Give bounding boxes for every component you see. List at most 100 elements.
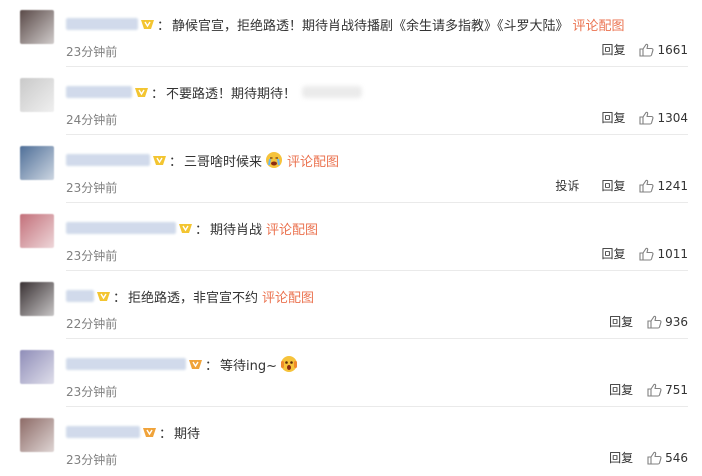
comment-line: ： 三哥啥时候来 评论配图 (66, 150, 339, 170)
comment-body: ： 不要路透！期待期待！ 24分钟前 回复 1304 (66, 76, 688, 135)
comment-line: ： 期待肖战 评论配图 (66, 218, 318, 238)
comment-item: ： 等待ing~ 23分钟前 回复 751 (0, 340, 702, 408)
username[interactable] (66, 18, 138, 30)
username[interactable] (66, 86, 132, 98)
comment-time: 23分钟前 (66, 45, 118, 59)
thumbs-up-icon (639, 43, 654, 57)
shocked-emoji-icon (281, 356, 298, 372)
comment-image-link[interactable]: 评论配图 (573, 15, 625, 34)
comment-line: ： 静候官宣，拒绝路透！期待肖战待播剧《余生请多指教》《斗罗大陆》 评论配图 (66, 14, 625, 34)
comment-body: ： 期待肖战 评论配图 23分钟前 回复 1011 (66, 212, 688, 271)
reply-button[interactable]: 回复 (609, 449, 633, 466)
comment-time: 24分钟前 (66, 113, 118, 127)
comment-body: ： 期待 23分钟前 回复 546 (66, 416, 688, 474)
like-button[interactable]: 1011 (639, 247, 688, 261)
crying-emoji-icon (266, 152, 283, 168)
like-button[interactable]: 936 (647, 315, 688, 329)
reply-button[interactable]: 回复 (609, 313, 633, 330)
username[interactable] (66, 358, 186, 370)
colon-separator: ： (169, 154, 183, 170)
comment-text: 拒绝路透，非官宣不约 (128, 290, 259, 306)
vip-badge-icon (152, 155, 167, 166)
vip-badge-icon (142, 427, 157, 438)
comment-text: 不要路透！期待期待！ (166, 86, 297, 102)
comment-body: ： 拒绝路透，非官宣不约 评论配图 22分钟前 回复 936 (66, 280, 688, 339)
thumbs-up-icon (647, 451, 662, 465)
comment-item: ： 拒绝路透，非官宣不约 评论配图 22分钟前 回复 936 (0, 272, 702, 340)
colon-separator: ： (205, 358, 219, 374)
comment-body: ： 等待ing~ 23分钟前 回复 751 (66, 348, 688, 407)
like-count: 1304 (657, 110, 688, 125)
comment-line: ： 不要路透！期待期待！ (66, 82, 363, 102)
reply-button[interactable]: 回复 (601, 109, 625, 126)
colon-separator: ： (113, 290, 127, 306)
vip-badge-icon (140, 19, 155, 30)
reply-button[interactable]: 回复 (609, 381, 633, 398)
like-count: 1011 (657, 246, 688, 261)
like-count: 1241 (657, 178, 688, 193)
comment-time: 23分钟前 (66, 181, 118, 195)
comment-text: 等待ing~ (220, 358, 278, 374)
comment-text: 静候官宣，拒绝路透！期待肖战待播剧《余生请多指教》《斗罗大陆》 (172, 18, 569, 34)
avatar[interactable] (20, 350, 54, 384)
comment-time: 23分钟前 (66, 249, 118, 263)
username[interactable] (66, 426, 140, 438)
like-count: 751 (665, 382, 688, 397)
comment-actions: 回复 1661 (579, 41, 688, 58)
colon-separator: ： (195, 222, 209, 238)
like-button[interactable]: 546 (647, 451, 688, 465)
comment-actions: 投诉 回复 1241 (533, 177, 688, 194)
thumbs-up-icon (647, 315, 662, 329)
comment-list: ： 静候官宣，拒绝路透！期待肖战待播剧《余生请多指教》《斗罗大陆》 评论配图 2… (0, 0, 702, 470)
thumbs-up-icon (639, 247, 654, 261)
avatar[interactable] (20, 214, 54, 248)
comment-time: 23分钟前 (66, 453, 118, 467)
comment-time: 23分钟前 (66, 385, 118, 399)
comment-item: ： 期待 23分钟前 回复 546 (0, 408, 702, 476)
thumbs-up-icon (639, 111, 654, 125)
like-button[interactable]: 1241 (639, 179, 688, 193)
avatar[interactable] (20, 146, 54, 180)
vip-badge-icon (178, 223, 193, 234)
avatar[interactable] (20, 78, 54, 112)
reply-button[interactable]: 回复 (601, 177, 625, 194)
avatar[interactable] (20, 10, 54, 44)
comment-actions: 回复 546 (587, 449, 688, 466)
comment-item: ： 不要路透！期待期待！ 24分钟前 回复 1304 (0, 68, 702, 136)
colon-separator: ： (151, 86, 165, 102)
reply-button[interactable]: 回复 (601, 245, 625, 262)
comment-body: ： 静候官宣，拒绝路透！期待肖战待播剧《余生请多指教》《斗罗大陆》 评论配图 2… (66, 8, 688, 67)
report-button[interactable]: 投诉 (555, 177, 579, 194)
comment-actions: 回复 936 (587, 313, 688, 330)
vip-badge-icon (134, 87, 149, 98)
like-count: 546 (665, 450, 688, 465)
reply-button[interactable]: 回复 (601, 41, 625, 58)
comment-text: 期待 (174, 426, 201, 442)
username[interactable] (66, 154, 150, 166)
colon-separator: ： (159, 426, 173, 442)
thumbs-up-icon (639, 179, 654, 193)
like-count: 936 (665, 314, 688, 329)
comment-text: 三哥啥时候来 (184, 154, 263, 170)
comment-line: ： 拒绝路透，非官宣不约 评论配图 (66, 286, 314, 306)
comment-text: 期待肖战 (210, 222, 263, 238)
like-button[interactable]: 1661 (639, 43, 688, 57)
comment-line: ： 期待 (66, 422, 200, 442)
username[interactable] (66, 222, 176, 234)
username[interactable] (66, 290, 94, 302)
like-button[interactable]: 1304 (639, 111, 688, 125)
comment-image-link[interactable]: 评论配图 (287, 151, 339, 170)
avatar[interactable] (20, 282, 54, 316)
comment-line: ： 等待ing~ (66, 354, 298, 374)
comment-image-link[interactable]: 评论配图 (262, 287, 314, 306)
colon-separator: ： (157, 18, 171, 34)
redacted-text (302, 86, 363, 98)
comment-item: ： 三哥啥时候来 评论配图 23分钟前 投诉 回复 1241 (0, 136, 702, 204)
vip-badge-icon (96, 291, 111, 302)
like-button[interactable]: 751 (647, 383, 688, 397)
avatar[interactable] (20, 418, 54, 452)
thumbs-up-icon (647, 383, 662, 397)
comment-actions: 回复 1011 (579, 245, 688, 262)
like-count: 1661 (657, 42, 688, 57)
comment-image-link[interactable]: 评论配图 (266, 219, 318, 238)
